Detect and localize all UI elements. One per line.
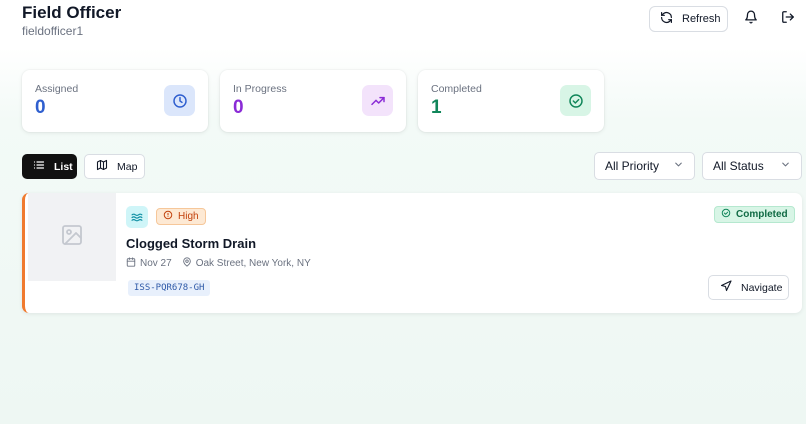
logout-button[interactable] bbox=[778, 9, 798, 29]
logout-icon bbox=[781, 10, 795, 29]
list-view-label: List bbox=[54, 160, 73, 173]
priority-label: High bbox=[178, 211, 199, 222]
issue-title: Clogged Storm Drain bbox=[126, 236, 257, 251]
refresh-label: Refresh bbox=[682, 13, 721, 25]
issue-thumbnail bbox=[28, 193, 116, 281]
stat-value: 0 bbox=[35, 97, 46, 118]
map-view-label: Map bbox=[117, 160, 138, 173]
stat-label: Assigned bbox=[35, 83, 79, 95]
issue-location-text: Oak Street, New York, NY bbox=[195, 258, 311, 269]
username-label: fieldofficer1 bbox=[22, 24, 84, 38]
trending-up-icon bbox=[362, 85, 393, 116]
issue-date-text: Nov 27 bbox=[140, 258, 172, 269]
status-label: Completed bbox=[736, 209, 788, 220]
navigate-button[interactable]: Navigate bbox=[708, 275, 789, 300]
status-filter-value: All Status bbox=[713, 159, 764, 173]
map-view-button[interactable]: Map bbox=[84, 154, 145, 179]
check-circle-icon bbox=[560, 85, 591, 116]
stat-value: 0 bbox=[233, 97, 244, 118]
status-badge: Completed bbox=[714, 206, 795, 223]
calendar-icon bbox=[126, 257, 136, 270]
map-icon bbox=[96, 159, 108, 174]
stat-label: Completed bbox=[431, 83, 482, 95]
list-icon bbox=[33, 159, 45, 174]
app-header: Field Officer fieldofficer1 Refresh bbox=[0, 0, 806, 50]
stat-card-completed: Completed 1 bbox=[418, 70, 604, 132]
stat-label: In Progress bbox=[233, 83, 287, 95]
refresh-icon bbox=[660, 11, 673, 27]
notifications-button[interactable] bbox=[741, 9, 761, 29]
page-title: Field Officer bbox=[22, 3, 122, 22]
image-placeholder-icon bbox=[60, 223, 84, 252]
chevron-down-icon bbox=[780, 159, 791, 173]
stat-card-in-progress: In Progress 0 bbox=[220, 70, 406, 132]
map-pin-icon bbox=[182, 257, 192, 270]
priority-filter-select[interactable]: All Priority bbox=[594, 152, 695, 180]
bell-icon bbox=[744, 10, 758, 29]
status-filter-select[interactable]: All Status bbox=[702, 152, 802, 180]
priority-filter-value: All Priority bbox=[605, 159, 660, 173]
issue-card[interactable]: High Clogged Storm Drain Nov 27 Oak Stre… bbox=[22, 193, 802, 313]
alert-circle-icon bbox=[163, 210, 173, 223]
issue-id-tag: ISS-PQR678-GH bbox=[128, 280, 211, 296]
waves-icon bbox=[126, 206, 148, 228]
priority-badge: High bbox=[156, 208, 206, 225]
issue-date: Nov 27 bbox=[126, 257, 172, 270]
clock-icon bbox=[164, 85, 195, 116]
issue-location: Oak Street, New York, NY bbox=[182, 257, 311, 270]
navigation-icon bbox=[720, 280, 732, 295]
navigate-label: Navigate bbox=[741, 281, 783, 294]
stat-card-assigned: Assigned 0 bbox=[22, 70, 208, 132]
check-circle-icon bbox=[721, 208, 731, 221]
chevron-down-icon bbox=[673, 159, 684, 173]
issue-meta: Nov 27 Oak Street, New York, NY bbox=[126, 257, 321, 270]
refresh-button[interactable]: Refresh bbox=[649, 6, 728, 32]
list-view-button[interactable]: List bbox=[22, 154, 77, 179]
stat-value: 1 bbox=[431, 97, 442, 118]
